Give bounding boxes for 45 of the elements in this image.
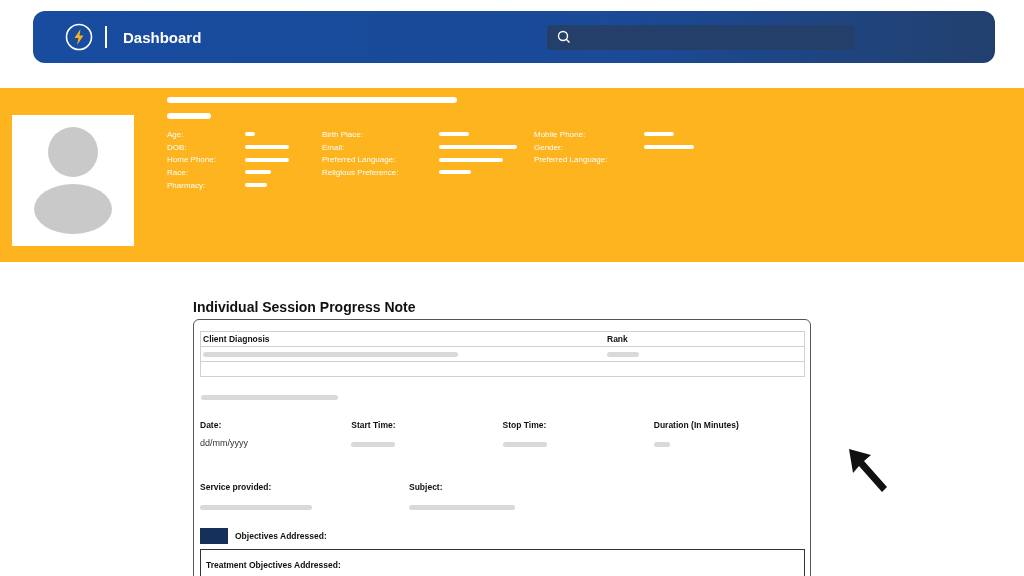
- field-label: Duration (In Minutes): [653, 420, 740, 430]
- profile-label: Pharmacy:: [167, 180, 207, 190]
- profile-label: Birth Place:: [322, 129, 364, 139]
- subtitle-placeholder-bar: [167, 113, 211, 119]
- field-label: Subject:: [409, 482, 444, 492]
- field-label: Service provided:: [200, 482, 273, 492]
- value-placeholder-bar: [439, 170, 471, 175]
- cursor-arrow-icon: [847, 447, 889, 493]
- column-header: Rank: [607, 334, 628, 344]
- profile-label: Preferred Language:: [322, 155, 397, 165]
- value-placeholder-bar: [644, 145, 694, 150]
- profile-label: Mobile Phone:: [534, 129, 587, 139]
- field-label: Date:: [200, 420, 223, 430]
- profile-label: Gender:: [534, 142, 564, 152]
- value-placeholder-bar: [245, 132, 255, 137]
- profile-label: Home Phone:: [167, 155, 217, 165]
- profile-label: Religious Preference:: [322, 167, 400, 177]
- lightning-bolt-icon: [65, 23, 93, 51]
- placeholder-bar: [653, 442, 670, 447]
- value-placeholder-bar: [245, 183, 267, 188]
- value-placeholder-bar: [439, 157, 503, 162]
- treatment-label: Treatment Objectives Addressed:: [206, 560, 341, 570]
- search-field[interactable]: [547, 24, 856, 50]
- field-label: Start Time:: [351, 420, 397, 430]
- value-placeholder-bar: [245, 170, 271, 175]
- value-placeholder-bar: [439, 132, 469, 137]
- column-header: Client Diagnosis: [202, 334, 271, 344]
- profile-label: Email:: [322, 142, 346, 152]
- placeholder-bar: [351, 442, 396, 447]
- profile-label: Race:: [167, 167, 189, 177]
- profile-label: Preferred Language:: [534, 155, 609, 165]
- profile-label: Age:: [167, 129, 185, 139]
- value-placeholder-bar: [644, 132, 674, 137]
- section-label: Objectives Addressed:: [235, 531, 327, 541]
- search-icon: [557, 30, 572, 44]
- profile-label: DOB:: [167, 142, 188, 152]
- header-title: Dashboard: [123, 28, 202, 46]
- field-value: dd/mm/yyyy: [200, 438, 249, 448]
- placeholder-bar: [607, 351, 639, 357]
- field-label: Stop Time:: [502, 420, 548, 430]
- value-placeholder-bar: [245, 145, 289, 150]
- placeholder-bar: [502, 442, 547, 447]
- form-title: Individual Session Progress Note: [193, 299, 417, 315]
- value-placeholder-bar: [245, 157, 289, 162]
- section-marker: [200, 528, 228, 544]
